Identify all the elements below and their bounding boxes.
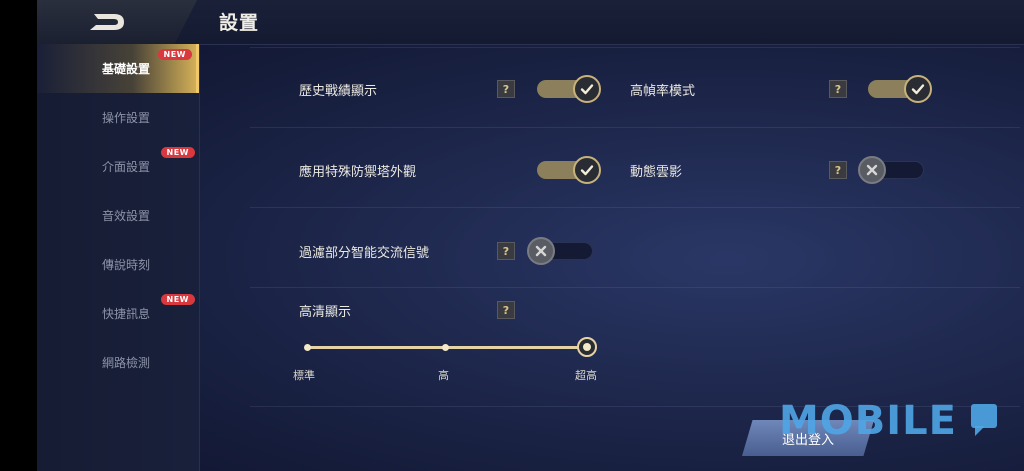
high-fps-label: 高幀率模式 (630, 84, 696, 99)
slider-option-standard[interactable]: 標準 (293, 367, 315, 383)
sidebar-item-label: 介面設置 (102, 160, 151, 174)
hd-display-help-icon[interactable]: ? (497, 301, 515, 319)
sidebar: 基礎設置 NEW 操作設置 介面設置 NEW 音效設置 傳說時刻 快捷訊息 NE… (37, 44, 200, 471)
slider-option-ultra[interactable]: 超高 (575, 367, 597, 383)
new-badge: NEW (160, 294, 195, 305)
sidebar-item-label: 操作設置 (102, 111, 151, 125)
hd-display-label: 高清顯示 (299, 305, 352, 320)
sidebar-item-label: 音效設置 (102, 209, 151, 223)
watermark-bubble-tail (975, 426, 985, 436)
toggle-knob (858, 156, 886, 184)
slider-stop[interactable] (442, 344, 449, 351)
history-record-help-icon[interactable]: ? (497, 80, 515, 98)
toggle-knob (573, 156, 601, 184)
special-tower-toggle[interactable] (533, 156, 601, 184)
history-record-toggle[interactable] (533, 75, 601, 103)
sidebar-item-controls[interactable]: 操作設置 (37, 93, 199, 142)
sidebar-item-network-test[interactable]: 網路檢測 (37, 338, 199, 387)
divider (250, 127, 1020, 128)
dynamic-clouds-help-icon[interactable]: ? (829, 161, 847, 179)
divider (250, 207, 1020, 208)
filter-signals-toggle[interactable] (527, 237, 595, 265)
screen-edge (0, 0, 37, 471)
back-button[interactable] (37, 0, 197, 44)
toggle-knob (904, 75, 932, 103)
back-arrow-icon (90, 14, 124, 30)
high-fps-help-icon[interactable]: ? (829, 80, 847, 98)
close-icon (535, 245, 547, 257)
sidebar-item-label: 快捷訊息 (102, 307, 151, 321)
toggle-knob (573, 75, 601, 103)
new-badge: NEW (160, 147, 195, 158)
page-title: 設置 (219, 12, 260, 34)
dynamic-clouds-label: 動態雲影 (630, 165, 683, 180)
top-bar: 設置 (37, 0, 1024, 45)
check-icon (580, 165, 594, 176)
check-icon (911, 84, 925, 95)
sidebar-item-basic[interactable]: 基礎設置 NEW (37, 44, 199, 93)
watermark-bubble-icon (971, 404, 997, 428)
slider-option-high[interactable]: 高 (438, 367, 449, 383)
sidebar-item-label: 基礎設置 (102, 62, 151, 76)
dynamic-clouds-toggle[interactable] (858, 156, 926, 184)
divider (250, 47, 1020, 48)
settings-app: 設置 基礎設置 NEW 操作設置 介面設置 NEW 音效設置 傳說時刻 快捷訊息… (37, 0, 1024, 471)
sidebar-item-label: 網路檢測 (102, 356, 151, 370)
sidebar-item-interface[interactable]: 介面設置 NEW (37, 142, 199, 191)
close-icon (866, 164, 878, 176)
high-fps-toggle[interactable] (864, 75, 932, 103)
watermark-logo: MOBILE (779, 398, 957, 444)
divider (250, 287, 1020, 288)
sidebar-item-quick-messages[interactable]: 快捷訊息 NEW (37, 289, 199, 338)
new-badge: NEW (157, 49, 192, 60)
slider-knob-dot (583, 343, 591, 351)
sidebar-item-audio[interactable]: 音效設置 (37, 191, 199, 240)
history-record-label: 歷史戰績顯示 (299, 84, 378, 99)
slider-stop[interactable] (304, 344, 311, 351)
special-tower-label: 應用特殊防禦塔外觀 (299, 165, 417, 180)
filter-signals-label: 過濾部分智能交流信號 (299, 246, 430, 261)
sidebar-item-label: 傳說時刻 (102, 258, 151, 272)
filter-signals-help-icon[interactable]: ? (497, 242, 515, 260)
toggle-knob (527, 237, 555, 265)
hd-display-slider-knob[interactable] (577, 337, 597, 357)
check-icon (580, 84, 594, 95)
sidebar-item-legend-moments[interactable]: 傳說時刻 (37, 240, 199, 289)
